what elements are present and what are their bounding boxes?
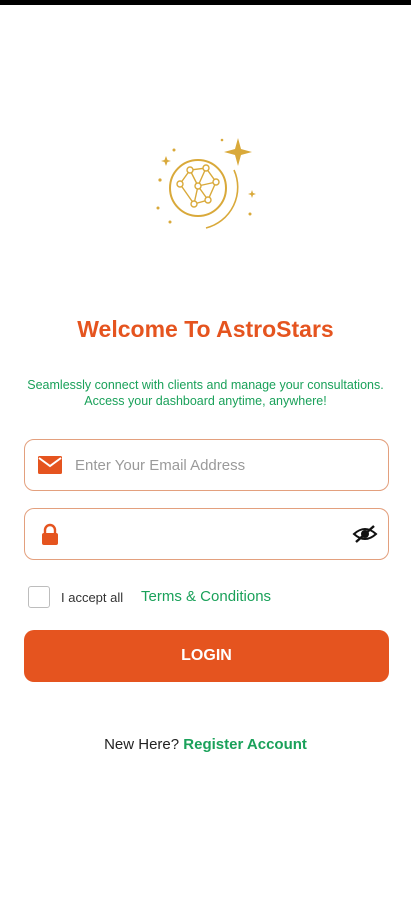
- envelope-icon: [38, 456, 62, 474]
- terms-prefix-label: I accept all: [61, 590, 124, 605]
- page-subtitle: Seamlessly connect with clients and mana…: [27, 378, 384, 408]
- terms-conditions-link[interactable]: Terms & Conditions: [141, 588, 271, 605]
- password-input[interactable]: [75, 517, 345, 551]
- register-row: New Here? Register Account: [0, 736, 411, 753]
- terms-row: I accept all Terms & Conditions: [28, 585, 388, 609]
- page-title: Welcome To AstroStars: [77, 316, 334, 342]
- lock-icon: [42, 523, 58, 545]
- login-button[interactable]: LOGIN: [24, 630, 389, 682]
- password-field[interactable]: [24, 508, 389, 560]
- email-field[interactable]: [24, 439, 389, 491]
- email-input[interactable]: [75, 448, 345, 482]
- register-question: New Here?: [104, 736, 180, 753]
- register-account-link[interactable]: Register Account: [183, 736, 307, 753]
- eye-slash-icon[interactable]: [352, 524, 378, 544]
- terms-checkbox[interactable]: [28, 586, 50, 608]
- status-bar: [0, 0, 411, 5]
- astrostars-logo-icon: [156, 138, 256, 229]
